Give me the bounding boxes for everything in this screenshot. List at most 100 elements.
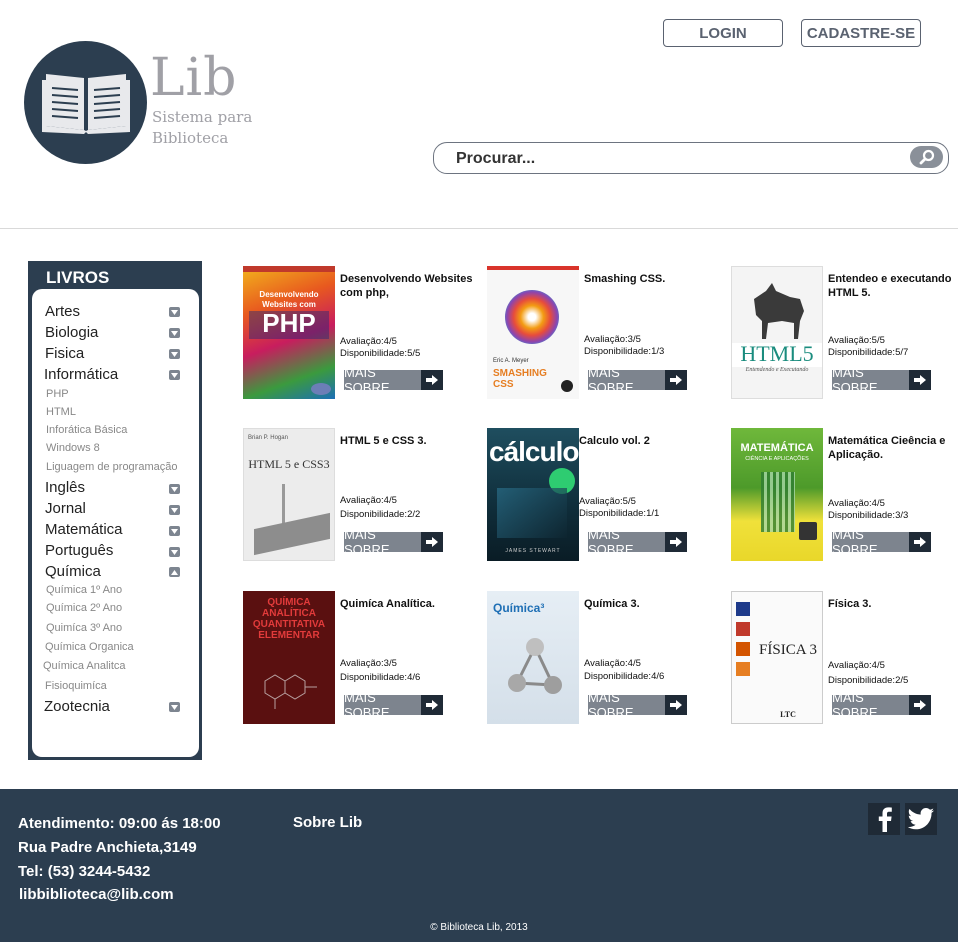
chevron-down-icon[interactable] bbox=[169, 349, 180, 359]
subcategory-linguagem-programacao[interactable]: Liguagem de programação bbox=[46, 461, 177, 473]
chevron-down-icon[interactable] bbox=[169, 702, 180, 712]
subcategory-quimica-3[interactable]: Quimíca 3º Ano bbox=[46, 622, 122, 634]
chevron-down-icon[interactable] bbox=[169, 328, 180, 338]
book-card: HTML5 Entendendo e Executando Entendeo e… bbox=[731, 266, 958, 400]
subcategory-php[interactable]: PHP bbox=[46, 388, 69, 400]
category-matematica[interactable]: Matemática bbox=[45, 521, 123, 538]
chevron-down-icon[interactable] bbox=[169, 370, 180, 380]
cover-title: PHP bbox=[262, 308, 316, 338]
more-info-button[interactable]: MAIS SOBRE bbox=[344, 365, 443, 395]
book-title[interactable]: Calculo vol. 2 bbox=[579, 434, 724, 448]
category-informatica[interactable]: Informática bbox=[44, 366, 118, 383]
category-biologia[interactable]: Biologia bbox=[45, 324, 98, 341]
book-card: cálculo JAMES STEWART Calculo vol. 2 Ava… bbox=[487, 428, 732, 562]
book-card: MATEMÁTICA CIÊNCIA E APLICAÇÕES Matemáti… bbox=[731, 428, 958, 562]
book-card: Química³ Química 3. Avaliação:4/5 Dispon… bbox=[487, 591, 732, 725]
category-portugues[interactable]: Português bbox=[45, 542, 113, 559]
subcategory-windows-8[interactable]: Windows 8 bbox=[46, 442, 100, 454]
cover-title: HTML5 bbox=[740, 341, 814, 366]
book-cover[interactable]: cálculo JAMES STEWART bbox=[487, 428, 579, 561]
subcategory-informatica-basica[interactable]: Inforática Básica bbox=[46, 424, 127, 436]
book-title[interactable]: Física 3. bbox=[828, 597, 958, 611]
book-title[interactable]: Entendeo e executando HTML 5. bbox=[828, 272, 958, 300]
book-card: Brian P. Hogan HTML 5 e CSS3 HTML 5 e CS… bbox=[243, 428, 488, 562]
footer-email[interactable]: libbiblioteca@lib.com bbox=[19, 886, 174, 903]
arrow-right-icon bbox=[421, 532, 443, 552]
book-cover[interactable]: Química³ bbox=[487, 591, 579, 724]
chevron-down-icon[interactable] bbox=[169, 505, 180, 515]
more-info-label: MAIS SOBRE bbox=[832, 527, 878, 557]
subcategory-quimica-organica[interactable]: Química Organica bbox=[45, 641, 134, 653]
book-title[interactable]: Desenvolvendo Websites com php, bbox=[340, 272, 485, 300]
book-rating: Avaliação:5/5 bbox=[579, 496, 636, 507]
chevron-up-icon[interactable] bbox=[169, 567, 180, 577]
cover-subtitle: CIÊNCIA E APLICAÇÕES bbox=[745, 456, 809, 462]
book-cover[interactable]: MATEMÁTICA CIÊNCIA E APLICAÇÕES bbox=[731, 428, 823, 561]
sidebar-title: LIVROS bbox=[46, 268, 110, 287]
subcategory-quimica-2[interactable]: Química 2º Ano bbox=[46, 602, 122, 614]
footer-about-link[interactable]: Sobre Lib bbox=[293, 814, 362, 831]
search-input[interactable] bbox=[454, 148, 898, 170]
book-cover[interactable]: Desenvolvendo Websites com PHP bbox=[243, 266, 335, 399]
book-title[interactable]: Matemática Cieência e Aplicação. bbox=[828, 434, 958, 462]
more-info-button[interactable]: MAIS SOBRE bbox=[588, 690, 687, 720]
cover-band bbox=[243, 266, 335, 272]
more-info-button[interactable]: MAIS SOBRE bbox=[832, 690, 931, 720]
more-info-button[interactable]: MAIS SOBRE bbox=[344, 690, 443, 720]
book-cover[interactable]: HTML5 Entendendo e Executando bbox=[731, 266, 823, 399]
signup-button[interactable]: CADASTRE-SE bbox=[801, 19, 921, 47]
cover-author: Eric A. Meyer bbox=[493, 358, 529, 364]
book-logo-icon bbox=[42, 74, 130, 134]
search-button[interactable] bbox=[910, 146, 943, 168]
category-jornal[interactable]: Jornal bbox=[45, 500, 86, 517]
book-title[interactable]: Smashing CSS. bbox=[584, 272, 729, 286]
book-cover[interactable]: Brian P. Hogan HTML 5 e CSS3 bbox=[243, 428, 335, 561]
more-info-button[interactable]: MAIS SOBRE bbox=[832, 527, 931, 557]
subcategory-html[interactable]: HTML bbox=[46, 406, 76, 418]
book-availability: Disponibilidade:4/6 bbox=[584, 671, 665, 682]
book-card: Desenvolvendo Websites com PHP Desenvolv… bbox=[243, 266, 488, 400]
chevron-down-icon[interactable] bbox=[169, 547, 180, 557]
cover-title: FÍSICA 3 bbox=[759, 642, 817, 658]
chevron-down-icon[interactable] bbox=[169, 526, 180, 536]
cover-title: Química³ bbox=[493, 601, 545, 615]
facebook-button[interactable] bbox=[868, 803, 900, 835]
category-artes[interactable]: Artes bbox=[45, 303, 80, 320]
footer-copyright: © Biblioteca Lib, 2013 bbox=[430, 922, 528, 933]
arrow-right-icon bbox=[421, 370, 443, 390]
category-quimica[interactable]: Química bbox=[45, 563, 101, 580]
more-info-label: MAIS SOBRE bbox=[832, 690, 878, 720]
book-rating: Avaliação:4/5 bbox=[584, 658, 641, 669]
logo-title: Lib bbox=[150, 48, 238, 108]
book-title[interactable]: HTML 5 e CSS 3. bbox=[340, 434, 485, 448]
subcategory-fisioquimica[interactable]: Fisioquimíca bbox=[45, 680, 107, 692]
subcategory-quimica-analitica[interactable]: Química Analitca bbox=[43, 660, 126, 672]
book-cover[interactable]: FÍSICA 3 LTC bbox=[731, 591, 823, 724]
book-cover[interactable]: Eric A. Meyer SMASHING CSS bbox=[487, 266, 579, 399]
arrow-right-icon bbox=[909, 695, 931, 715]
book-rating: Avaliação:3/5 bbox=[340, 658, 397, 669]
book-rating: Avaliação:4/5 bbox=[828, 498, 885, 509]
book-title[interactable]: Química 3. bbox=[584, 597, 729, 611]
category-zootecnia[interactable]: Zootecnia bbox=[44, 698, 110, 715]
book-title[interactable]: Quimíca Analítica. bbox=[340, 597, 485, 611]
book-cover[interactable]: QUÍMICA ANALÍTICA QUANTITATIVA ELEMENTAR bbox=[243, 591, 335, 724]
category-ingles[interactable]: Inglês bbox=[45, 479, 85, 496]
book-availability: Disponibilidade:3/3 bbox=[828, 510, 909, 521]
login-button[interactable]: LOGIN bbox=[663, 19, 783, 47]
cover-title: SMASHING CSS bbox=[493, 368, 547, 390]
subcategory-quimica-1[interactable]: Química 1º Ano bbox=[46, 584, 122, 596]
more-info-button[interactable]: MAIS SOBRE bbox=[832, 365, 931, 395]
book-rating: Avaliação:4/5 bbox=[340, 495, 397, 506]
chevron-down-icon[interactable] bbox=[169, 307, 180, 317]
more-info-button[interactable]: MAIS SOBRE bbox=[344, 527, 443, 557]
book-availability: Disponibilidade:5/7 bbox=[828, 347, 909, 358]
category-fisica[interactable]: Fisica bbox=[45, 345, 84, 362]
more-info-button[interactable]: MAIS SOBRE bbox=[588, 527, 687, 557]
arrow-right-icon bbox=[909, 370, 931, 390]
search-bar bbox=[433, 142, 949, 174]
twitter-button[interactable] bbox=[905, 803, 937, 835]
book-rating: Avaliação:5/5 bbox=[828, 335, 885, 346]
chevron-down-icon[interactable] bbox=[169, 484, 180, 494]
more-info-button[interactable]: MAIS SOBRE bbox=[588, 365, 687, 395]
